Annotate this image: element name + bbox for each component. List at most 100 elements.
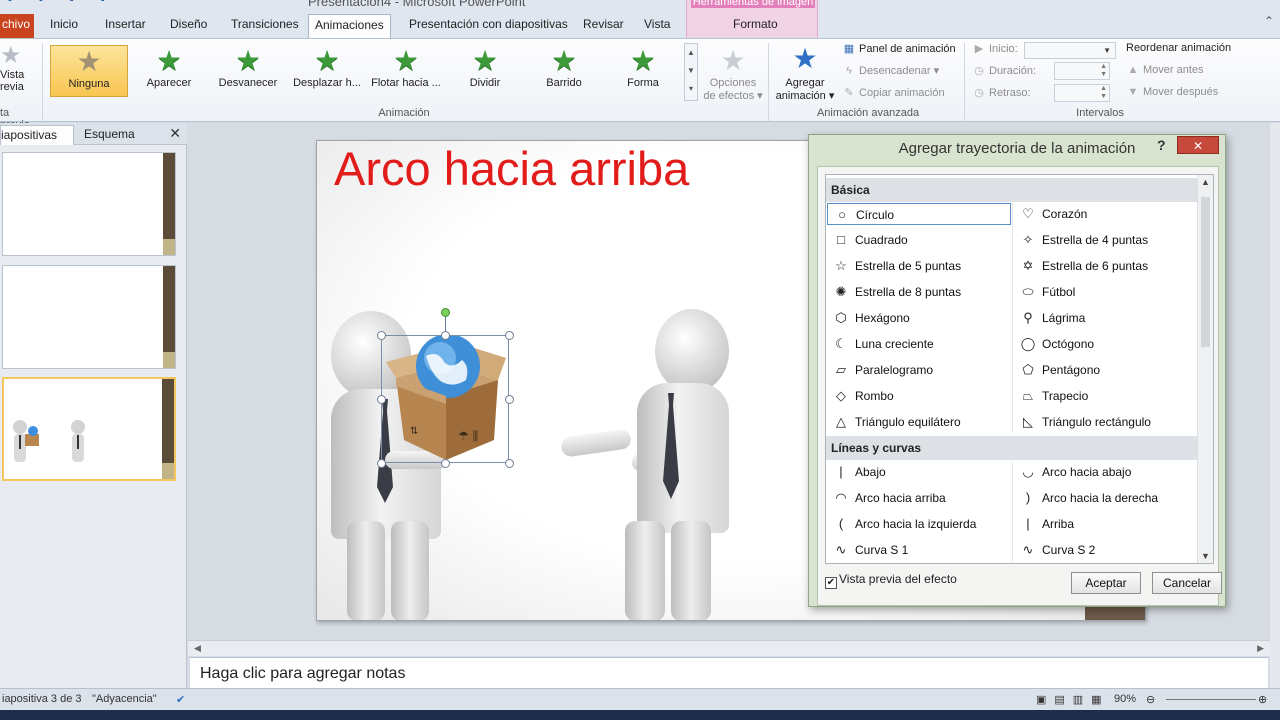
path-right-triangle[interactable]: ◺ Triángulo rectángulo [1014, 411, 1198, 433]
path-teardrop[interactable]: ⚲ Lágrima [1014, 307, 1198, 329]
move-later-button[interactable]: ▼ Mover después [1126, 86, 1219, 98]
tab-home[interactable]: Inicio [44, 14, 84, 38]
ribbon-minimize-icon[interactable]: ⌃ [1264, 14, 1274, 28]
path-s-curve-2[interactable]: ∿ Curva S 2 [1014, 539, 1198, 561]
zoom-slider[interactable] [1166, 699, 1256, 700]
gallery-scroll[interactable]: ▲ ▼ ▾ [684, 43, 698, 101]
path-star5[interactable]: ☆ Estrella de 5 puntas [827, 255, 1011, 277]
path-up[interactable]: | Arriba [1014, 513, 1198, 535]
anim-float-in-button[interactable]: ★ Flotar hacia ... [367, 45, 445, 97]
resize-handle[interactable] [441, 459, 450, 468]
move-earlier-button[interactable]: ▲ Mover antes [1126, 64, 1204, 76]
quick-access-toolbar[interactable]: ▪ ▪ ▪ ▪ [8, 0, 117, 6]
trigger-button[interactable]: ϟ Desencadenar ▾ [842, 64, 939, 77]
path-heart[interactable]: ♡ Corazón [1014, 203, 1198, 225]
effect-options-button[interactable]: ★ Opciones de efectos ▾ [700, 45, 766, 102]
cancel-button[interactable]: Cancelar [1152, 572, 1222, 594]
path-trapezoid[interactable]: ⏢ Trapecio [1014, 385, 1198, 407]
ok-button[interactable]: Aceptar [1071, 572, 1141, 594]
preview-button[interactable]: ★ Vista revia [0, 43, 40, 94]
slide-thumbnail-3[interactable] [2, 377, 176, 481]
path-football[interactable]: ⬭ Fútbol [1014, 281, 1198, 303]
path-arc-down[interactable]: ◡ Arco hacia abajo [1014, 461, 1198, 483]
tab-insert[interactable]: Insertar [99, 14, 152, 38]
path-arc-up[interactable]: ◠ Arco hacia arriba [827, 487, 1011, 509]
anim-appear-button[interactable]: ★ Aparecer [130, 45, 208, 97]
motion-path-list[interactable]: Básica ○ Círculo ♡ Corazón □ Cuadrado ✧ Estr… [825, 174, 1214, 564]
resize-handle[interactable] [441, 331, 450, 340]
checkbox-check-icon[interactable]: ✔ [825, 577, 837, 589]
tab-animations[interactable]: Animaciones [308, 14, 391, 38]
scroll-down-icon[interactable]: ▼ [1201, 551, 1210, 561]
path-diamond[interactable]: ◇ Rombo [827, 385, 1011, 407]
hexagon-icon: ⬡ [835, 310, 847, 325]
dialog-close-button[interactable]: ✕ [1177, 136, 1219, 154]
list-scrollbar[interactable]: ▲ ▼ [1197, 175, 1213, 563]
tab-review[interactable]: Revisar [577, 14, 630, 38]
resize-handle[interactable] [505, 459, 514, 468]
tab-slides[interactable]: iapositivas [0, 125, 74, 145]
star-icon: ★ [156, 45, 182, 76]
tab-slideshow[interactable]: Presentación con diapositivas [403, 14, 574, 38]
tab-format[interactable]: Formato [727, 14, 784, 38]
anim-wipe-button[interactable]: ★ Barrido [525, 45, 603, 97]
resize-handle[interactable] [377, 331, 386, 340]
tab-transitions[interactable]: Transiciones [225, 14, 305, 38]
path-pentagon[interactable]: ⬠ Pentágono [1014, 359, 1198, 381]
animation-pane-button[interactable]: ▦ Panel de animación [842, 42, 956, 55]
zoom-in-icon[interactable]: ⊕ [1258, 693, 1267, 706]
slide-thumbnail-1[interactable] [2, 152, 176, 256]
path-parallelogram[interactable]: ▱ Paralelogramo [827, 359, 1011, 381]
vertical-scrollbar[interactable] [1270, 123, 1280, 688]
path-star4[interactable]: ✧ Estrella de 4 puntas [1014, 229, 1198, 251]
tab-outline[interactable]: Esquema [76, 125, 143, 145]
help-icon[interactable]: ? [1157, 137, 1166, 153]
path-crescent[interactable]: ☾ Luna creciente [827, 333, 1011, 355]
zoom-level[interactable]: 90% [1114, 693, 1136, 705]
anim-shape-button[interactable]: ★ Forma [604, 45, 682, 97]
start-dropdown[interactable]: ▼ [1024, 42, 1116, 59]
spellcheck-icon[interactable]: ✔ [176, 693, 185, 706]
zoom-out-icon[interactable]: ⊖ [1146, 693, 1155, 706]
path-star6[interactable]: ✡ Estrella de 6 puntas [1014, 255, 1198, 277]
path-circle[interactable]: ○ Círculo [827, 203, 1011, 225]
rotate-handle[interactable] [441, 308, 450, 317]
resize-handle[interactable] [505, 395, 514, 404]
copy-animation-button[interactable]: ✎ Copiar animación [842, 86, 944, 99]
slide-thumbnail-2[interactable] [2, 265, 176, 369]
close-icon[interactable]: ✕ [169, 125, 181, 142]
anim-fly-in-button[interactable]: ★ Desplazar h... [288, 45, 366, 97]
effect-options-icon: ★ [720, 45, 746, 76]
path-triangle[interactable]: △ Triángulo equilátero [827, 411, 1011, 433]
path-down[interactable]: | Abajo [827, 461, 1011, 483]
resize-handle[interactable] [377, 395, 386, 404]
resize-handle[interactable] [505, 331, 514, 340]
scroll-thumb[interactable] [1201, 197, 1210, 347]
horizontal-scrollbar[interactable]: ◀ ▶ [188, 640, 1270, 656]
delay-spinner[interactable]: ▲ ▼ [1054, 84, 1110, 102]
tab-view[interactable]: Vista [638, 14, 676, 38]
anim-none-button[interactable]: ★ Ninguna [50, 45, 128, 97]
preview-effect-checkbox[interactable]: ✔ Vista previa del efecto [825, 572, 957, 589]
duration-spinner[interactable]: ▲ ▼ [1054, 62, 1110, 80]
anim-fade-button[interactable]: ★ Desvanecer [209, 45, 287, 97]
scroll-up-icon[interactable]: ▲ [1201, 177, 1210, 187]
star5-icon: ☆ [835, 258, 847, 273]
selected-picture[interactable]: ☂ ⫼ ⇅ [377, 308, 514, 468]
anim-split-button[interactable]: ★ Dividir [446, 45, 524, 97]
path-star8[interactable]: ✺ Estrella de 8 puntas [827, 281, 1011, 303]
view-buttons[interactable]: ▣▤▥▦ [1036, 693, 1110, 706]
tab-file[interactable]: chivo [0, 14, 34, 38]
slide-title[interactable]: Arco hacia arriba [334, 141, 689, 196]
path-arc-left[interactable]: (Arco hacia la izquierda [827, 513, 1011, 535]
path-arc-right[interactable]: ) Arco hacia la derecha [1014, 487, 1198, 509]
resize-handle[interactable] [377, 459, 386, 468]
arrow-up-icon: ▲ [1127, 64, 1139, 76]
path-hexagon[interactable]: ⬡ Hexágono [827, 307, 1011, 329]
path-s-curve-1[interactable]: ∿ Curva S 1 [827, 539, 1011, 561]
notes-pane[interactable]: Haga clic para agregar notas [190, 657, 1268, 688]
add-animation-button[interactable]: ★ Agregar animación ▾ [774, 41, 836, 102]
path-square[interactable]: □ Cuadrado [827, 229, 1011, 251]
tab-design[interactable]: Diseño [164, 14, 213, 38]
path-octagon[interactable]: ◯ Octógono [1014, 333, 1198, 355]
